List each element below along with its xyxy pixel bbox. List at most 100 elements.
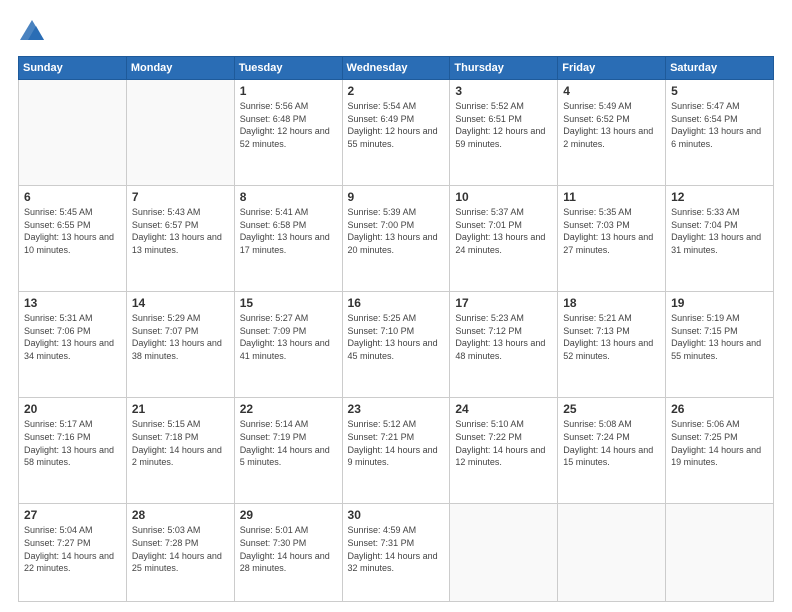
weekday-header-sunday: Sunday	[19, 57, 127, 80]
day-number: 18	[563, 296, 660, 310]
day-info: Sunrise: 5:23 AM Sunset: 7:12 PM Dayligh…	[455, 312, 552, 362]
day-number: 14	[132, 296, 229, 310]
calendar-cell: 9 Sunrise: 5:39 AM Sunset: 7:00 PM Daylig…	[342, 186, 450, 292]
calendar-table: SundayMondayTuesdayWednesdayThursdayFrid…	[18, 56, 774, 602]
calendar-cell: 14 Sunrise: 5:29 AM Sunset: 7:07 PM Dayli…	[126, 292, 234, 398]
calendar-week-row: 6 Sunrise: 5:45 AM Sunset: 6:55 PM Daylig…	[19, 186, 774, 292]
day-info: Sunrise: 5:52 AM Sunset: 6:51 PM Dayligh…	[455, 100, 552, 150]
calendar-cell: 24 Sunrise: 5:10 AM Sunset: 7:22 PM Dayli…	[450, 398, 558, 504]
calendar-cell: 18 Sunrise: 5:21 AM Sunset: 7:13 PM Dayli…	[558, 292, 666, 398]
weekday-header-thursday: Thursday	[450, 57, 558, 80]
day-info: Sunrise: 5:31 AM Sunset: 7:06 PM Dayligh…	[24, 312, 121, 362]
day-info: Sunrise: 5:35 AM Sunset: 7:03 PM Dayligh…	[563, 206, 660, 256]
day-number: 5	[671, 84, 768, 98]
calendar-cell: 21 Sunrise: 5:15 AM Sunset: 7:18 PM Dayli…	[126, 398, 234, 504]
weekday-header-row: SundayMondayTuesdayWednesdayThursdayFrid…	[19, 57, 774, 80]
day-number: 4	[563, 84, 660, 98]
logo-icon	[18, 18, 46, 46]
day-number: 20	[24, 402, 121, 416]
day-info: Sunrise: 5:47 AM Sunset: 6:54 PM Dayligh…	[671, 100, 768, 150]
day-number: 13	[24, 296, 121, 310]
day-info: Sunrise: 5:43 AM Sunset: 6:57 PM Dayligh…	[132, 206, 229, 256]
calendar-cell: 5 Sunrise: 5:47 AM Sunset: 6:54 PM Daylig…	[666, 80, 774, 186]
weekday-header-wednesday: Wednesday	[342, 57, 450, 80]
page: SundayMondayTuesdayWednesdayThursdayFrid…	[0, 0, 792, 612]
calendar-week-row: 1Sunrise: 5:56 AM Sunset: 6:48 PM Daylig…	[19, 80, 774, 186]
day-info: Sunrise: 5:39 AM Sunset: 7:00 PM Dayligh…	[348, 206, 445, 256]
calendar-cell	[558, 504, 666, 602]
day-number: 16	[348, 296, 445, 310]
calendar-cell: 19 Sunrise: 5:19 AM Sunset: 7:15 PM Dayli…	[666, 292, 774, 398]
calendar-cell: 1Sunrise: 5:56 AM Sunset: 6:48 PM Daylig…	[234, 80, 342, 186]
calendar-cell: 12 Sunrise: 5:33 AM Sunset: 7:04 PM Dayli…	[666, 186, 774, 292]
day-number: 10	[455, 190, 552, 204]
day-number: 25	[563, 402, 660, 416]
calendar-cell: 6 Sunrise: 5:45 AM Sunset: 6:55 PM Daylig…	[19, 186, 127, 292]
day-number: 28	[132, 508, 229, 522]
calendar-cell: 30 Sunrise: 4:59 AM Sunset: 7:31 PM Dayli…	[342, 504, 450, 602]
calendar-cell: 8 Sunrise: 5:41 AM Sunset: 6:58 PM Daylig…	[234, 186, 342, 292]
calendar-cell: 10 Sunrise: 5:37 AM Sunset: 7:01 PM Dayli…	[450, 186, 558, 292]
weekday-header-monday: Monday	[126, 57, 234, 80]
day-info: Sunrise: 5:54 AM Sunset: 6:49 PM Dayligh…	[348, 100, 445, 150]
day-info: Sunrise: 4:59 AM Sunset: 7:31 PM Dayligh…	[348, 524, 445, 574]
day-number: 2	[348, 84, 445, 98]
day-info: Sunrise: 5:56 AM Sunset: 6:48 PM Dayligh…	[240, 100, 337, 150]
calendar-cell	[19, 80, 127, 186]
calendar-week-row: 13 Sunrise: 5:31 AM Sunset: 7:06 PM Dayli…	[19, 292, 774, 398]
day-info: Sunrise: 5:14 AM Sunset: 7:19 PM Dayligh…	[240, 418, 337, 468]
calendar-cell: 25 Sunrise: 5:08 AM Sunset: 7:24 PM Dayli…	[558, 398, 666, 504]
day-info: Sunrise: 5:06 AM Sunset: 7:25 PM Dayligh…	[671, 418, 768, 468]
calendar-cell: 29 Sunrise: 5:01 AM Sunset: 7:30 PM Dayli…	[234, 504, 342, 602]
day-info: Sunrise: 5:17 AM Sunset: 7:16 PM Dayligh…	[24, 418, 121, 468]
calendar-cell	[666, 504, 774, 602]
calendar-cell: 11 Sunrise: 5:35 AM Sunset: 7:03 PM Dayli…	[558, 186, 666, 292]
calendar-week-row: 20 Sunrise: 5:17 AM Sunset: 7:16 PM Dayli…	[19, 398, 774, 504]
day-number: 19	[671, 296, 768, 310]
calendar-cell	[126, 80, 234, 186]
weekday-header-friday: Friday	[558, 57, 666, 80]
day-info: Sunrise: 5:41 AM Sunset: 6:58 PM Dayligh…	[240, 206, 337, 256]
calendar-cell: 16 Sunrise: 5:25 AM Sunset: 7:10 PM Dayli…	[342, 292, 450, 398]
day-info: Sunrise: 5:29 AM Sunset: 7:07 PM Dayligh…	[132, 312, 229, 362]
header	[18, 18, 774, 46]
calendar-cell: 3 Sunrise: 5:52 AM Sunset: 6:51 PM Daylig…	[450, 80, 558, 186]
day-number: 26	[671, 402, 768, 416]
day-number: 22	[240, 402, 337, 416]
day-number: 6	[24, 190, 121, 204]
day-info: Sunrise: 5:08 AM Sunset: 7:24 PM Dayligh…	[563, 418, 660, 468]
day-info: Sunrise: 5:10 AM Sunset: 7:22 PM Dayligh…	[455, 418, 552, 468]
day-number: 3	[455, 84, 552, 98]
day-info: Sunrise: 5:37 AM Sunset: 7:01 PM Dayligh…	[455, 206, 552, 256]
calendar-cell: 27Sunrise: 5:04 AM Sunset: 7:27 PM Dayli…	[19, 504, 127, 602]
day-number: 21	[132, 402, 229, 416]
day-info: Sunrise: 5:03 AM Sunset: 7:28 PM Dayligh…	[132, 524, 229, 574]
day-number: 8	[240, 190, 337, 204]
day-number: 29	[240, 508, 337, 522]
day-number: 9	[348, 190, 445, 204]
day-info: Sunrise: 5:33 AM Sunset: 7:04 PM Dayligh…	[671, 206, 768, 256]
day-number: 24	[455, 402, 552, 416]
day-info: Sunrise: 5:45 AM Sunset: 6:55 PM Dayligh…	[24, 206, 121, 256]
day-info: Sunrise: 5:15 AM Sunset: 7:18 PM Dayligh…	[132, 418, 229, 468]
day-info: Sunrise: 5:19 AM Sunset: 7:15 PM Dayligh…	[671, 312, 768, 362]
logo	[18, 18, 50, 46]
day-number: 30	[348, 508, 445, 522]
day-info: Sunrise: 5:12 AM Sunset: 7:21 PM Dayligh…	[348, 418, 445, 468]
calendar-cell: 2 Sunrise: 5:54 AM Sunset: 6:49 PM Daylig…	[342, 80, 450, 186]
day-number: 7	[132, 190, 229, 204]
calendar-cell: 4 Sunrise: 5:49 AM Sunset: 6:52 PM Daylig…	[558, 80, 666, 186]
day-info: Sunrise: 5:27 AM Sunset: 7:09 PM Dayligh…	[240, 312, 337, 362]
day-number: 27	[24, 508, 121, 522]
day-info: Sunrise: 5:01 AM Sunset: 7:30 PM Dayligh…	[240, 524, 337, 574]
day-number: 11	[563, 190, 660, 204]
day-number: 12	[671, 190, 768, 204]
day-info: Sunrise: 5:21 AM Sunset: 7:13 PM Dayligh…	[563, 312, 660, 362]
calendar-cell: 15Sunrise: 5:27 AM Sunset: 7:09 PM Dayli…	[234, 292, 342, 398]
calendar-cell: 26 Sunrise: 5:06 AM Sunset: 7:25 PM Dayli…	[666, 398, 774, 504]
calendar-cell: 23Sunrise: 5:12 AM Sunset: 7:21 PM Dayli…	[342, 398, 450, 504]
day-info: Sunrise: 5:49 AM Sunset: 6:52 PM Dayligh…	[563, 100, 660, 150]
day-info: Sunrise: 5:25 AM Sunset: 7:10 PM Dayligh…	[348, 312, 445, 362]
calendar-cell: 13 Sunrise: 5:31 AM Sunset: 7:06 PM Dayli…	[19, 292, 127, 398]
calendar-week-row: 27Sunrise: 5:04 AM Sunset: 7:27 PM Dayli…	[19, 504, 774, 602]
